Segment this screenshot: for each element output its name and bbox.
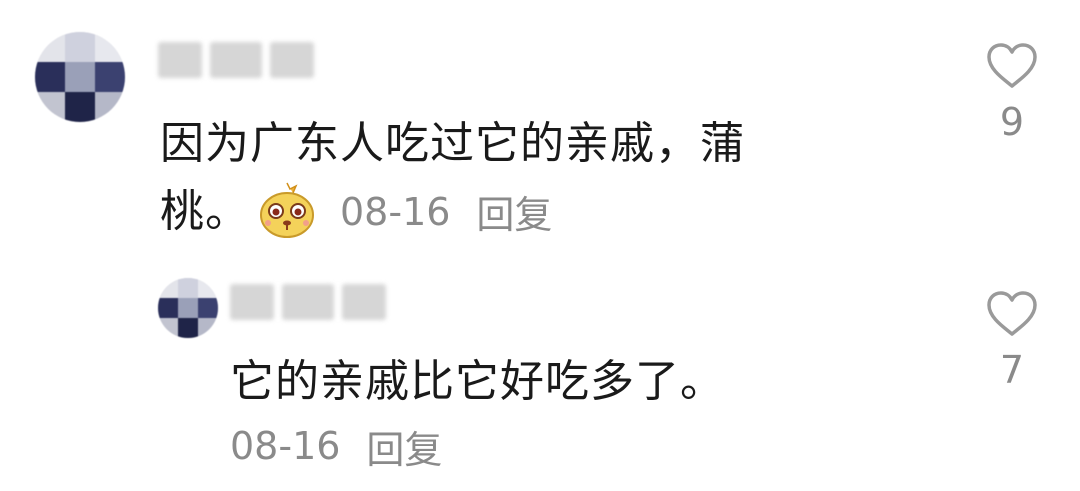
like-count: 7 (999, 348, 1025, 392)
reply-button[interactable]: 回复 (366, 419, 442, 474)
heart-outline-icon (987, 291, 1037, 336)
comment-item: 它的亲戚比它好吃多了。 08-16 回复 7 (0, 250, 1080, 491)
cute-face-emoji-icon (256, 179, 318, 245)
comment-time: 08-16 (230, 424, 341, 468)
avatar[interactable] (35, 32, 125, 122)
username-obscured[interactable] (230, 284, 386, 320)
like-button[interactable]: 9 (982, 42, 1042, 144)
username-obscured[interactable] (158, 42, 314, 78)
reply-button[interactable]: 回复 (476, 184, 552, 239)
comment-text: 它的亲戚比它好吃多了。 (230, 356, 725, 407)
avatar[interactable] (158, 278, 218, 338)
comment-footer: 桃。 08-16 回复 (160, 180, 552, 243)
like-button[interactable]: 7 (982, 290, 1042, 392)
comment-text-line: 因为广东人吃过它的亲戚，蒲 (160, 118, 745, 169)
comment-text: 因为广东人吃过它的亲戚，蒲 (160, 112, 745, 175)
heart-outline-icon (987, 43, 1037, 88)
comment-footer: 08-16 回复 (230, 418, 442, 474)
like-count: 9 (999, 100, 1025, 144)
comment-text-line: 桃。 (160, 186, 250, 237)
comment-item: 因为广东人吃过它的亲戚，蒲 桃。 08-16 回复 9 (0, 0, 1080, 250)
comment-time: 08-16 (340, 189, 451, 234)
